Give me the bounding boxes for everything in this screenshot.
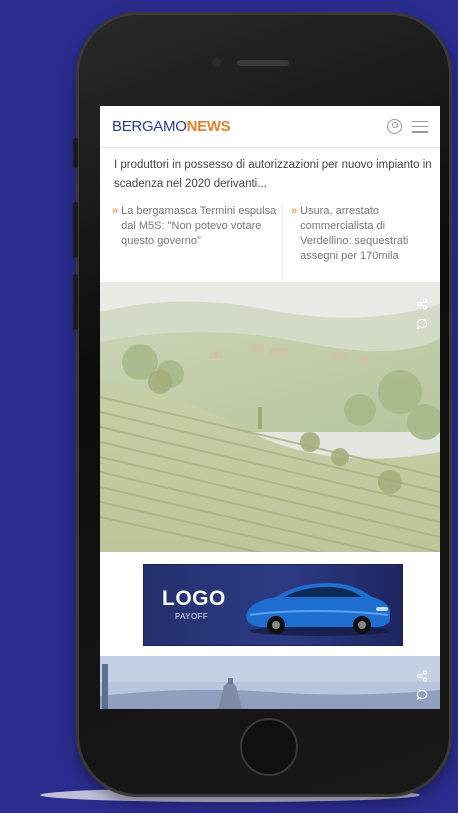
share-icon[interactable] <box>416 670 428 682</box>
related-articles: » La bergamasca Termini espulsa dal M5S:… <box>112 204 440 280</box>
chevron-right-icon: » <box>291 205 298 217</box>
teaser-item[interactable]: » Usura, arrestato commercialista di Ver… <box>282 204 432 280</box>
logo-text-bergamo: BERGAMO <box>112 118 187 135</box>
volume-down-button <box>73 274 78 330</box>
site-header: BERGAMONEWS <box>100 106 440 148</box>
teaser-title: La bergamasca Termini espulsa dal M5S: "… <box>121 205 277 247</box>
car-image <box>246 583 390 636</box>
teaser-item[interactable]: » La bergamasca Termini espulsa dal M5S:… <box>112 204 282 280</box>
second-article-image[interactable] <box>100 656 440 709</box>
site-logo[interactable]: BERGAMONEWS <box>112 118 231 135</box>
vineyard-landscape-image <box>100 282 440 552</box>
teaser-title: Usura, arrestato commercialista di Verde… <box>300 205 409 262</box>
logo-text-news: NEWS <box>186 118 231 135</box>
advertisement-strip: LOGO PAYOFF <box>100 552 440 656</box>
volume-up-button <box>73 202 78 258</box>
menu-icon[interactable] <box>412 120 428 133</box>
user-icon[interactable] <box>387 119 402 134</box>
mute-switch <box>73 138 78 168</box>
comment-icon[interactable] <box>416 318 428 330</box>
hero-image-vineyard[interactable] <box>100 282 440 552</box>
header-icons <box>387 119 428 134</box>
share-icon[interactable] <box>416 298 428 310</box>
front-camera <box>212 58 221 67</box>
hilltop-image <box>100 656 440 709</box>
article-excerpt[interactable]: I produttori in possesso di autorizzazio… <box>114 156 434 194</box>
chevron-right-icon: » <box>112 205 119 217</box>
earpiece-speaker <box>237 60 289 66</box>
home-button[interactable] <box>240 718 298 776</box>
comment-icon[interactable] <box>416 689 428 701</box>
phone-screen: BERGAMONEWS I produttori in possesso di … <box>100 106 440 709</box>
ad-logo-text: LOGO <box>162 587 226 610</box>
ad-payoff-text: PAYOFF <box>175 612 209 621</box>
ad-banner[interactable]: LOGO PAYOFF <box>143 564 403 646</box>
